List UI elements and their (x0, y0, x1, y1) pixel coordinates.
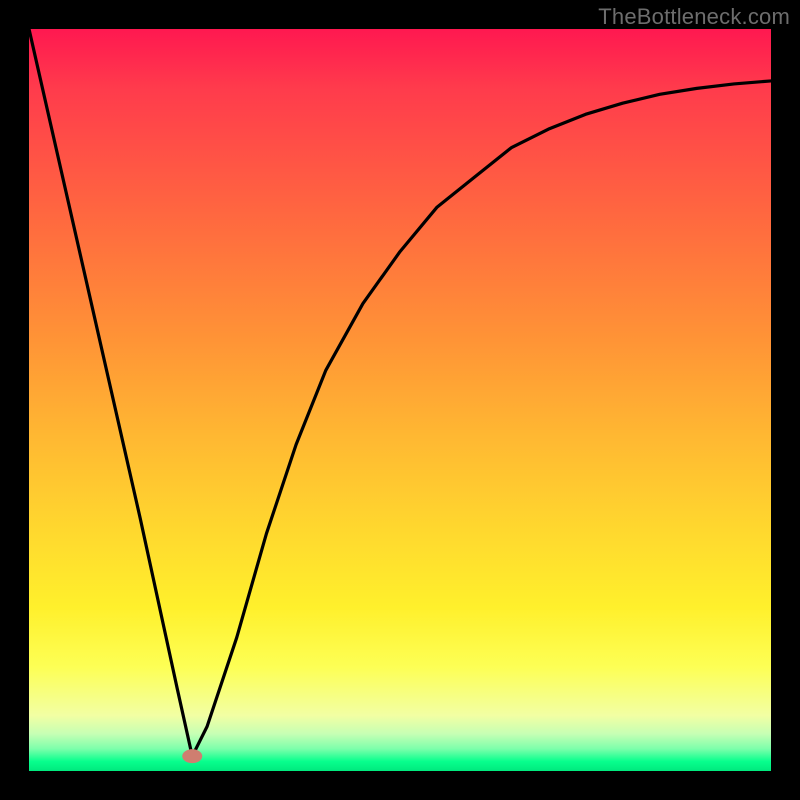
chart-frame: TheBottleneck.com (0, 0, 800, 800)
watermark-text: TheBottleneck.com (598, 4, 790, 30)
bottleneck-curve (29, 29, 771, 756)
chart-overlay (29, 29, 771, 771)
plot-area (29, 29, 771, 771)
optimal-point-marker (182, 749, 202, 763)
